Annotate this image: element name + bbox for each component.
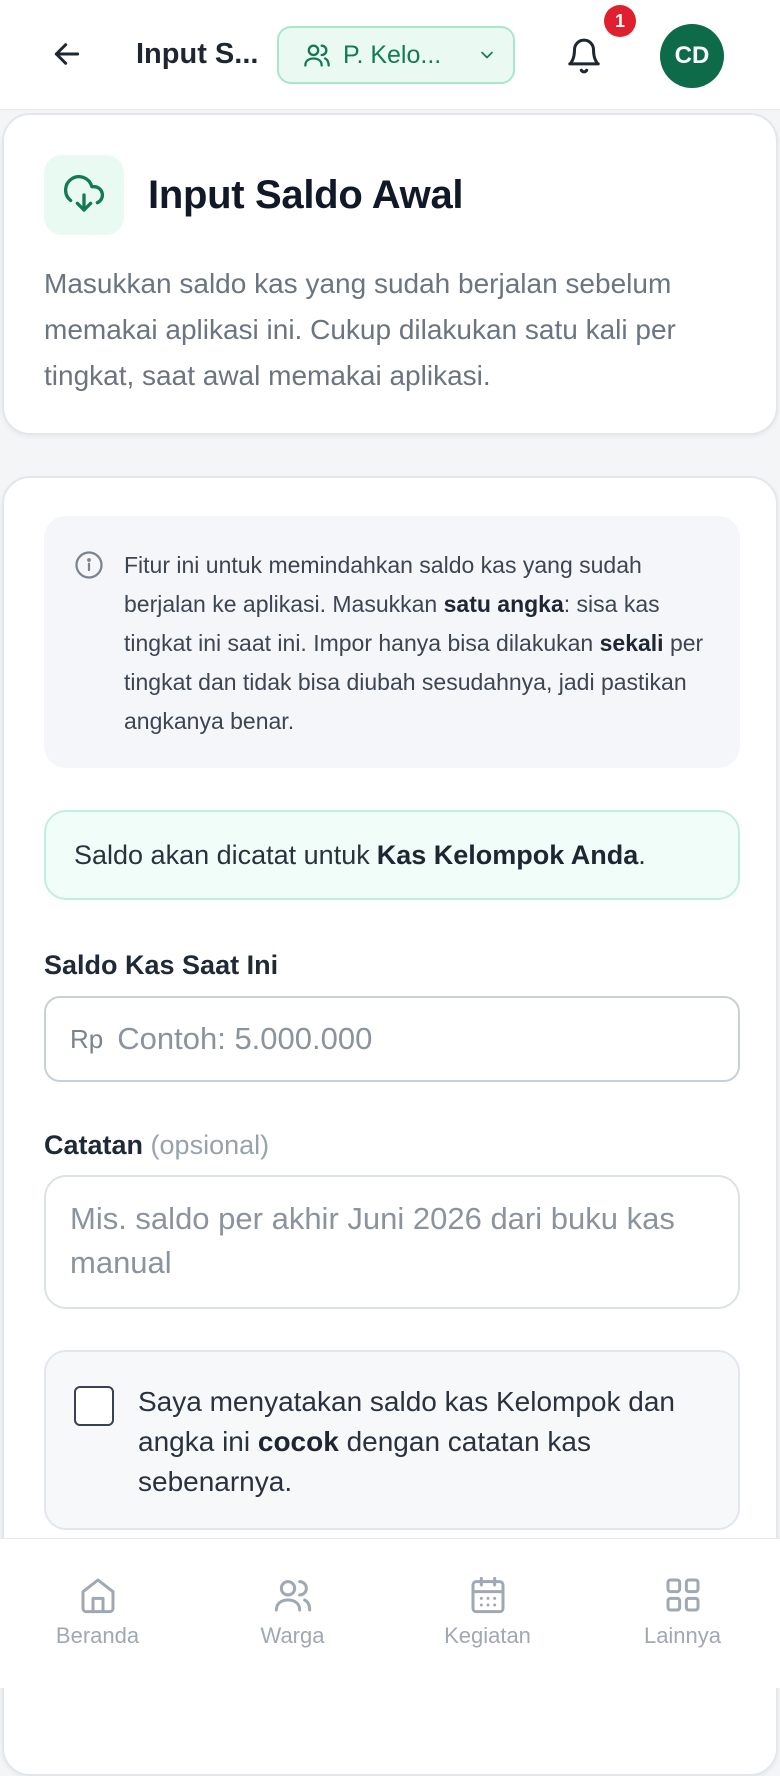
info-bold-2: sekali — [599, 630, 664, 656]
nav-label-events: Kegiatan — [444, 1623, 531, 1648]
arrow-left-icon — [54, 43, 80, 65]
balance-label: Saldo Kas Saat Ini — [44, 950, 279, 980]
confirm-bold: cocok — [257, 1426, 339, 1457]
notes-textarea[interactable] — [46, 1177, 738, 1307]
confirm-checkbox[interactable] — [74, 1386, 114, 1426]
users-icon — [274, 1580, 311, 1612]
home-icon — [81, 1578, 114, 1614]
info-bold-1: satu angka — [443, 591, 564, 617]
grid-icon — [666, 1578, 699, 1612]
group-selector-dropdown[interactable]: P. Kelo... — [277, 26, 515, 84]
bottom-navigation: Beranda Warga Kegiatan Lainnya — [0, 1538, 780, 1688]
info-panel: Fitur ini untuk memindahkan saldo kas ya… — [44, 516, 740, 768]
page-title: Input S... — [136, 38, 259, 70]
nav-label-home: Beranda — [55, 1623, 140, 1648]
nav-item-members[interactable]: Warga — [195, 1539, 390, 1688]
notice-bold: Kas Kelompok Anda — [376, 839, 639, 870]
cloud-download-icon — [64, 175, 104, 212]
ledger-notice: Saldo akan dicatat untuk Kas Kelompok And… — [44, 810, 740, 900]
currency-prefix: Rp — [70, 1023, 104, 1054]
notes-textarea-wrapper — [44, 1175, 740, 1309]
user-avatar[interactable]: CD — [660, 24, 724, 88]
notes-label: Catatan (opsional) — [44, 1130, 269, 1161]
users-icon — [304, 44, 330, 67]
info-icon — [75, 551, 103, 579]
nav-label-more: Lainnya — [643, 1623, 722, 1648]
balance-input[interactable] — [117, 1021, 714, 1057]
group-selector-label: P. Kelo... — [343, 40, 442, 69]
notice-end: . — [638, 839, 646, 870]
notifications-button[interactable] — [562, 34, 606, 78]
bell-icon — [568, 38, 600, 74]
notification-count-badge: 1 — [604, 5, 636, 37]
nav-item-more[interactable]: Lainnya — [585, 1539, 780, 1688]
intro-description: Masukkan saldo kas yang sudah berjalan s… — [44, 268, 676, 391]
intro-title: Input Saldo Awal — [148, 173, 464, 217]
confirmation-panel: Saya menyatakan saldo kas Kelompok dan a… — [44, 1350, 740, 1530]
nav-item-events[interactable]: Kegiatan — [390, 1539, 585, 1688]
back-button[interactable] — [46, 33, 88, 75]
nav-item-home[interactable]: Beranda — [0, 1539, 195, 1688]
chevron-down-icon — [481, 51, 493, 59]
nav-label-members: Warga — [260, 1623, 325, 1648]
intro-card: Input Saldo Awal Masukkan saldo kas yang… — [2, 113, 778, 435]
notes-label-text: Catatan — [44, 1130, 144, 1160]
title-icon-container — [44, 155, 124, 235]
notes-optional-hint: (opsional) — [150, 1130, 270, 1160]
notice-text: Saldo akan dicatat untuk — [74, 839, 370, 870]
top-app-bar: Input S... P. Kelo... 1 CD — [0, 0, 780, 110]
balance-input-wrapper: Rp — [44, 996, 740, 1082]
calendar-icon — [471, 1576, 504, 1614]
confirm-text: Saya menyatakan saldo kas Kelompok dan a… — [138, 1382, 718, 1502]
